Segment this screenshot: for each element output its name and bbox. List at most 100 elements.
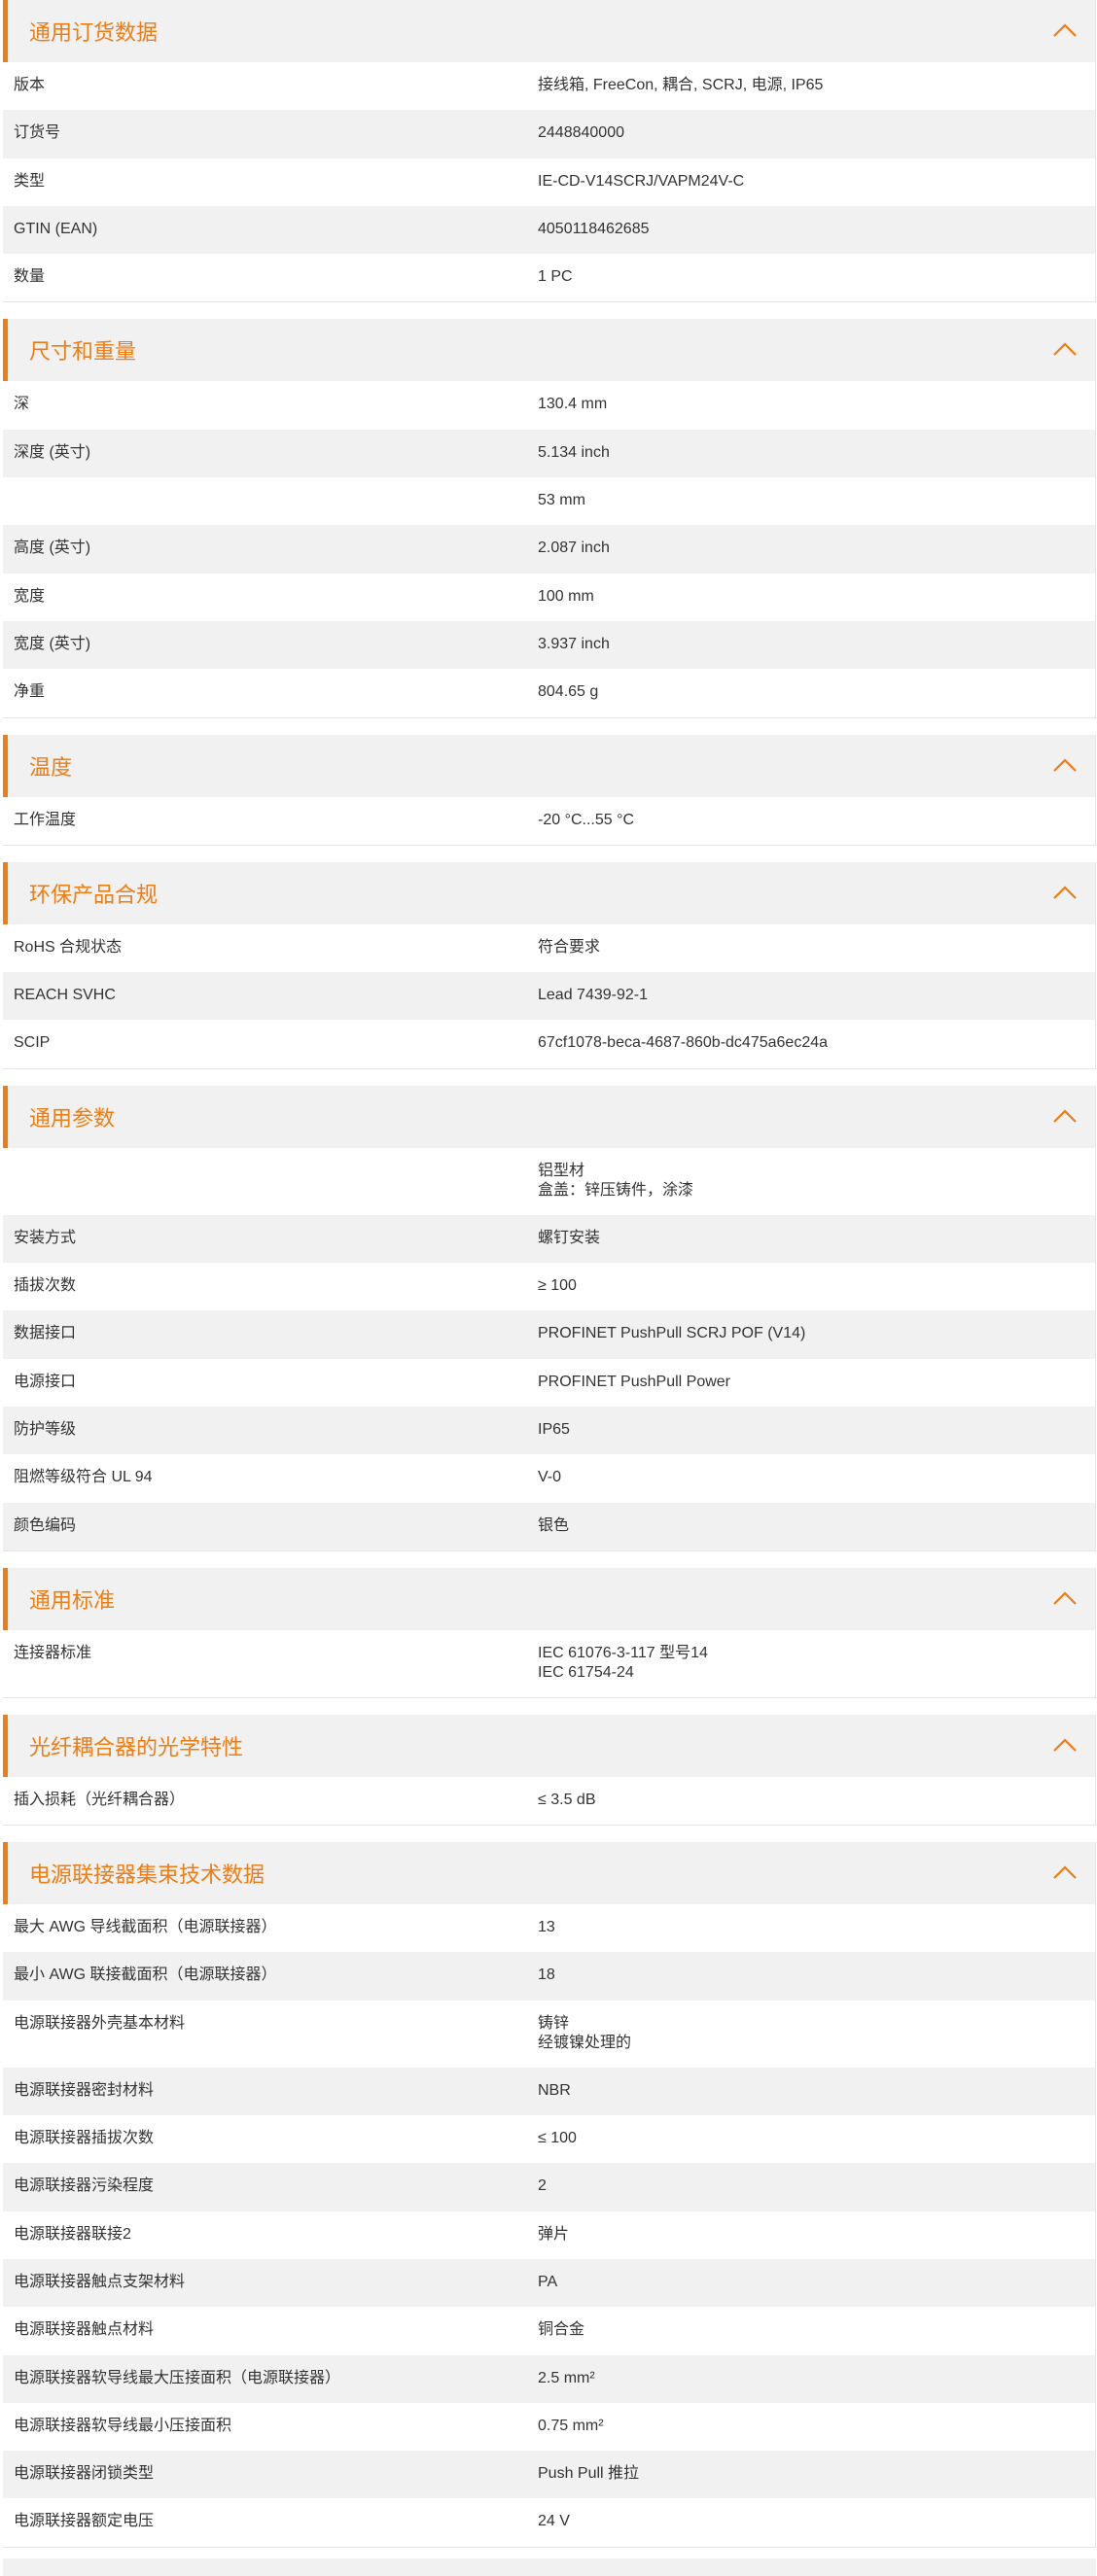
spec-row: 电源联接器闭锁类型 Push Pull 推拉: [3, 2451, 1095, 2499]
spec-row: SCIP 67cf1078-beca-4687-860b-dc475a6ec24a: [3, 1020, 1095, 1067]
spec-row: REACH SVHC Lead 7439-92-1: [3, 972, 1095, 1021]
spec-value: 接线箱, FreeCon, 耦合, SCRJ, 电源, IP65: [538, 77, 824, 93]
section-header[interactable]: 电源联接器集束技术数据: [3, 1842, 1095, 1905]
spec-label: 最小 AWG 联接截面积（电源联接器）: [14, 1967, 277, 1984]
spec-section: 尺寸和重量深 130.4 mm 深度 (英寸) 5.134 inch 53 mm 高度 (…: [3, 319, 1096, 718]
spec-label: 深度 (英寸): [14, 443, 91, 461]
spec-value: 24 V: [538, 2513, 570, 2530]
section-title: 尺寸和重量: [29, 339, 137, 365]
spec-row: 订货号 2448840000: [3, 110, 1095, 158]
spec-row: 电源联接器额定电压 24 V: [3, 2498, 1095, 2546]
spec-label: REACH SVHC: [14, 987, 116, 1004]
spec-label: 高度 (英寸): [14, 540, 91, 557]
chevron-up-icon[interactable]: [1052, 340, 1078, 358]
spec-row: 最小 AWG 联接截面积（电源联接器） 18: [3, 1952, 1095, 2001]
spec-label: 工作温度: [14, 811, 77, 828]
section-title: 温度: [29, 754, 73, 780]
spec-row: 净重 804.65 g: [3, 669, 1095, 716]
spec-row: 数据接口 PROFINET PushPull SCRJ POF (V14): [3, 1310, 1095, 1359]
spec-label: 电源联接器闭锁类型: [14, 2465, 155, 2483]
section-header[interactable]: 温度: [3, 734, 1095, 797]
spec-row: 电源联接器触点材料 铜合金: [3, 2307, 1095, 2354]
spec-label: 类型: [14, 172, 46, 190]
spec-value: 130.4 mm: [538, 396, 608, 413]
spec-row: 电源联接器外壳基本材料 铸锌 经镀镍处理的: [3, 2001, 1095, 2068]
spec-value: 2.087 inch: [538, 540, 610, 557]
spec-label: 防护等级: [14, 1420, 77, 1438]
spec-row: 宽度 (英寸) 3.937 inch: [3, 620, 1095, 670]
spec-label: 电源联接器污染程度: [14, 2177, 155, 2195]
spec-label: 宽度: [14, 587, 46, 605]
spec-section: 通用订货数据版本 接线箱, FreeCon, 耦合, SCRJ, 电源, IP65…: [3, 0, 1096, 303]
spec-row: 宽度 100 mm: [3, 574, 1095, 621]
spec-row: 类型 IE-CD-V14SCRJ/VAPM24V-C: [3, 158, 1095, 206]
spec-section: 温度工作温度 -20 °C...55 °C: [3, 734, 1096, 846]
chevron-up-icon[interactable]: [1052, 756, 1078, 774]
spec-value: 铸锌 经镀镍处理的: [538, 2014, 632, 2051]
spec-label: 安装方式: [14, 1229, 77, 1246]
spec-row: 电源接口 PROFINET PushPull Power: [3, 1359, 1095, 1407]
spec-value: 3.937 inch: [538, 635, 610, 652]
spec-label: 数量: [14, 268, 46, 286]
spec-label: 电源联接器触点支架材料: [14, 2273, 186, 2290]
section-title: 通用标准: [29, 1587, 116, 1613]
section-header[interactable]: 通用参数: [3, 1085, 1095, 1148]
spec-value: 18: [538, 1967, 555, 1984]
spec-value: 1 PC: [538, 268, 573, 286]
spec-label: 电源联接器软导线最大压接面积（电源联接器）: [14, 2369, 341, 2386]
section-title: 通用订货数据: [29, 20, 159, 45]
spec-label: 最大 AWG 导线截面积（电源联接器）: [14, 1919, 277, 1936]
spec-value: IP65: [538, 1420, 570, 1438]
spec-row: 铝型材 盒盖：锌压铸件，涂漆: [3, 1148, 1095, 1215]
spec-value: -20 °C...55 °C: [538, 811, 635, 828]
spec-value: NBR: [538, 2081, 571, 2099]
chevron-up-icon[interactable]: [1052, 1589, 1078, 1607]
section-header[interactable]: 通用标准: [3, 1567, 1095, 1630]
spec-label: 电源联接器联接2: [14, 2225, 131, 2243]
section-header[interactable]: 光纤耦合器的光学特性: [3, 1714, 1095, 1777]
spec-value: 804.65 g: [538, 683, 599, 701]
spec-value: 67cf1078-beca-4687-860b-dc475a6ec24a: [538, 1034, 829, 1052]
spec-label: 电源接口: [14, 1373, 77, 1390]
section-header[interactable]: 环保产品合规: [3, 861, 1095, 924]
spec-label: 版本: [14, 77, 46, 93]
spec-value: 13: [538, 1919, 555, 1936]
spec-row: 53 mm: [3, 477, 1095, 525]
spec-row: 高度 (英寸) 2.087 inch: [3, 525, 1095, 574]
spec-value: PROFINET PushPull SCRJ POF (V14): [538, 1325, 806, 1342]
chevron-up-icon[interactable]: [1052, 884, 1078, 901]
spec-row: 阻燃等级符合 UL 94 V-0: [3, 1454, 1095, 1502]
spec-row: 插入损耗（光纤耦合器） ≤ 3.5 dB: [3, 1777, 1095, 1825]
next-section-header-partial: [3, 2559, 1096, 2576]
spec-value: 弹片: [538, 2225, 570, 2243]
chevron-up-icon[interactable]: [1052, 1736, 1078, 1754]
spec-section: 电源联接器集束技术数据最大 AWG 导线截面积（电源联接器） 13 最小 AWG 联…: [3, 1842, 1096, 2548]
section-header[interactable]: 尺寸和重量: [3, 319, 1095, 382]
spec-label: 电源联接器外壳基本材料: [14, 2014, 186, 2032]
spec-label: 连接器标准: [14, 1644, 92, 1661]
spec-label: 颜色编码: [14, 1516, 77, 1534]
spec-row: 电源联接器软导线最大压接面积（电源联接器） 2.5 mm²: [3, 2354, 1095, 2403]
chevron-up-icon[interactable]: [1052, 1107, 1078, 1125]
spec-row: 版本 接线箱, FreeCon, 耦合, SCRJ, 电源, IP65: [3, 62, 1095, 110]
section-header[interactable]: 通用订货数据: [3, 0, 1095, 62]
spec-value: IEC 61076-3-117 型号14 IEC 61754-24: [538, 1644, 708, 1681]
spec-value: Push Pull 推拉: [538, 2465, 640, 2483]
spec-label: 数据接口: [14, 1325, 77, 1342]
spec-label: 深: [14, 396, 30, 413]
spec-label: 电源联接器插拔次数: [14, 2130, 155, 2147]
chevron-up-icon[interactable]: [1052, 21, 1078, 39]
spec-row: 插拔次数 ≥ 100: [3, 1263, 1095, 1310]
spec-value: PROFINET PushPull Power: [538, 1373, 730, 1390]
section-title: 环保产品合规: [29, 882, 159, 907]
spec-value: 银色: [538, 1516, 570, 1534]
spec-row: 电源联接器污染程度 2: [3, 2163, 1095, 2211]
chevron-up-icon[interactable]: [1052, 1863, 1078, 1881]
spec-label: GTIN (EAN): [14, 220, 98, 237]
spec-value: 53 mm: [538, 492, 585, 509]
spec-value: ≤ 3.5 dB: [538, 1791, 596, 1808]
